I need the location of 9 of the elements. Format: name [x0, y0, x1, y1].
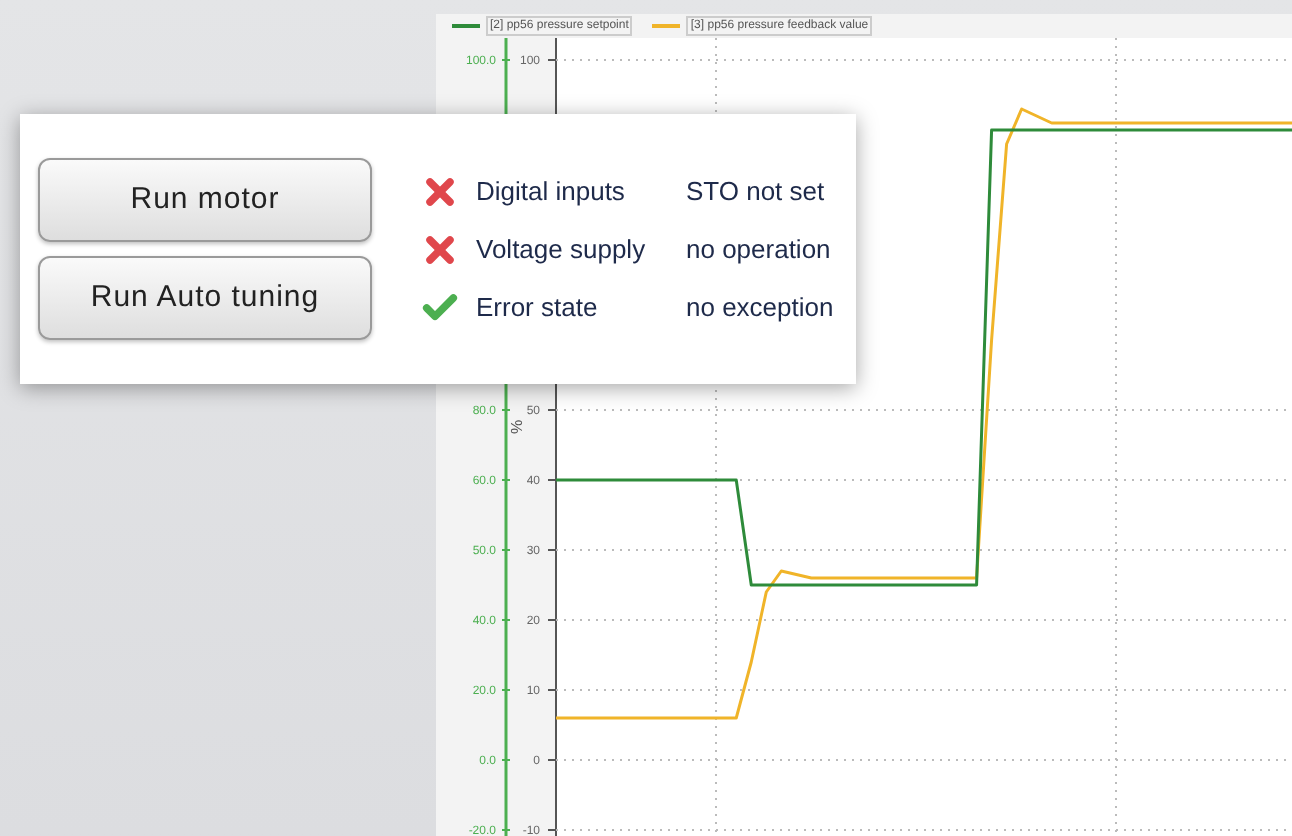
y-axis-label: % [508, 419, 526, 434]
status-label: Digital inputs [476, 173, 627, 210]
status-label: Voltage supply [476, 231, 648, 268]
status-value: STO not set [686, 173, 825, 210]
status-value: no exception [686, 289, 834, 326]
action-button[interactable]: Run motor [38, 158, 372, 242]
status-label: Error state [476, 289, 600, 326]
action-button[interactable]: Run Auto tuning [38, 256, 372, 340]
status-value: no operation [686, 231, 831, 268]
